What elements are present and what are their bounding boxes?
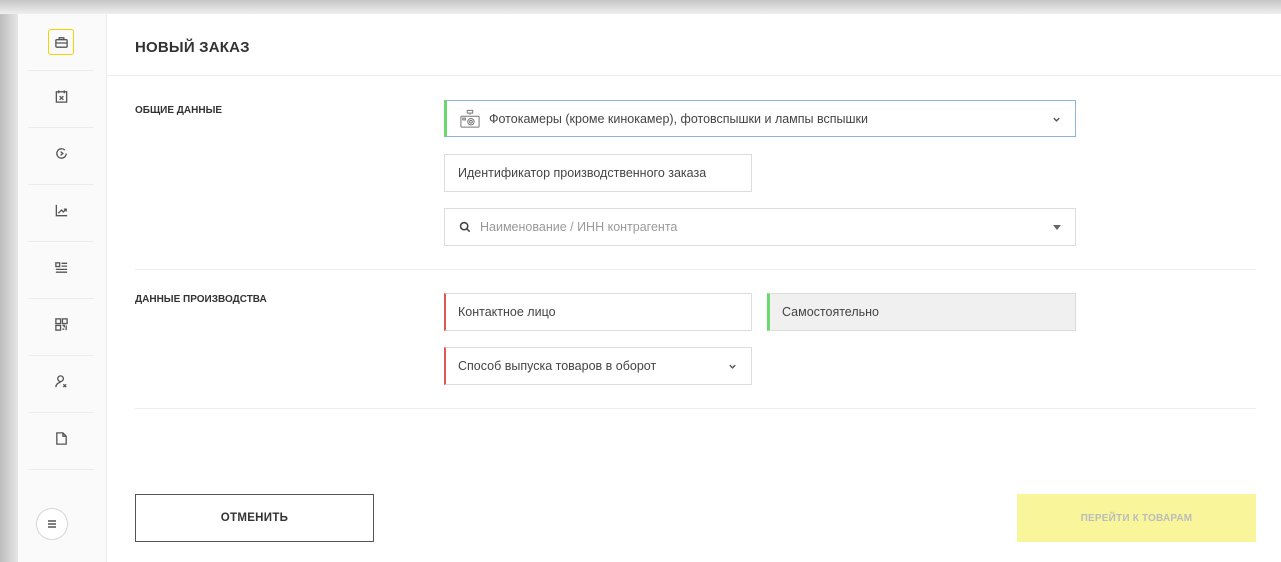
sidebar-item-codes[interactable] xyxy=(28,299,94,356)
sidebar-item-documents[interactable] xyxy=(28,242,94,299)
divider xyxy=(135,408,1256,409)
page-title: НОВЫЙ ЗАКАЗ xyxy=(135,39,250,56)
menu-button[interactable] xyxy=(36,508,68,540)
contact-person-input[interactable]: Контактное лицо xyxy=(444,293,752,331)
category-value: Фотокамеры (кроме кинокамер), фотовспышк… xyxy=(489,111,868,126)
sidebar-item-calendar[interactable] xyxy=(28,71,94,128)
order-id-placeholder: Идентификатор производственного заказа xyxy=(458,166,707,180)
file-icon xyxy=(54,431,69,451)
divider xyxy=(106,75,1281,76)
app-window: НОВЫЙ ЗАКАЗ ОБЩИЕ ДАННЫЕ Фотокамеры (кро… xyxy=(18,14,1281,562)
refresh-circle-icon xyxy=(54,146,69,166)
sidebar-item-files[interactable] xyxy=(28,413,94,470)
sidebar-item-orders[interactable] xyxy=(28,14,94,71)
sidebar-item-analytics[interactable] xyxy=(28,185,94,242)
release-method-select[interactable]: Способ выпуска товаров в оборот xyxy=(444,347,752,385)
contractor-search-select[interactable]: Наименование / ИНН контрагента xyxy=(444,208,1076,246)
release-method-placeholder: Способ выпуска товаров в оборот xyxy=(458,359,657,373)
chevron-down-icon xyxy=(728,360,737,369)
dropdown-caret-icon xyxy=(1053,225,1061,230)
window-shadow-left xyxy=(0,0,18,562)
search-icon xyxy=(459,221,471,233)
sidebar-item-circulation[interactable] xyxy=(28,128,94,185)
user-icon xyxy=(54,374,69,394)
briefcase-icon xyxy=(48,29,74,55)
window-shadow-top xyxy=(0,0,1281,14)
production-mode-field[interactable]: Самостоятельно xyxy=(767,293,1076,331)
sidebar-item-profile[interactable] xyxy=(28,356,94,413)
cancel-button[interactable]: ОТМЕНИТЬ xyxy=(135,494,374,542)
sidebar xyxy=(18,14,107,562)
divider xyxy=(135,269,1256,270)
production-mode-value: Самостоятельно xyxy=(782,305,880,319)
section-label-production: ДАННЫЕ ПРОИЗВОДСТВА xyxy=(135,294,267,305)
section-label-general: ОБЩИЕ ДАННЫЕ xyxy=(135,105,223,116)
order-id-input[interactable]: Идентификатор производственного заказа xyxy=(444,154,752,192)
go-to-products-button[interactable]: ПЕРЕЙТИ К ТОВАРАМ xyxy=(1017,494,1256,542)
calendar-x-icon xyxy=(54,89,69,109)
chevron-down-icon xyxy=(1052,113,1061,122)
category-select[interactable]: Фотокамеры (кроме кинокамер), фотовспышк… xyxy=(444,100,1076,137)
chart-up-icon xyxy=(54,203,69,223)
qr-code-icon xyxy=(54,317,69,337)
contractor-placeholder: Наименование / ИНН контрагента xyxy=(480,220,678,234)
list-doc-icon xyxy=(54,260,69,280)
hamburger-icon xyxy=(46,518,58,530)
contact-placeholder: Контактное лицо xyxy=(458,305,556,319)
camera-icon xyxy=(459,109,481,129)
